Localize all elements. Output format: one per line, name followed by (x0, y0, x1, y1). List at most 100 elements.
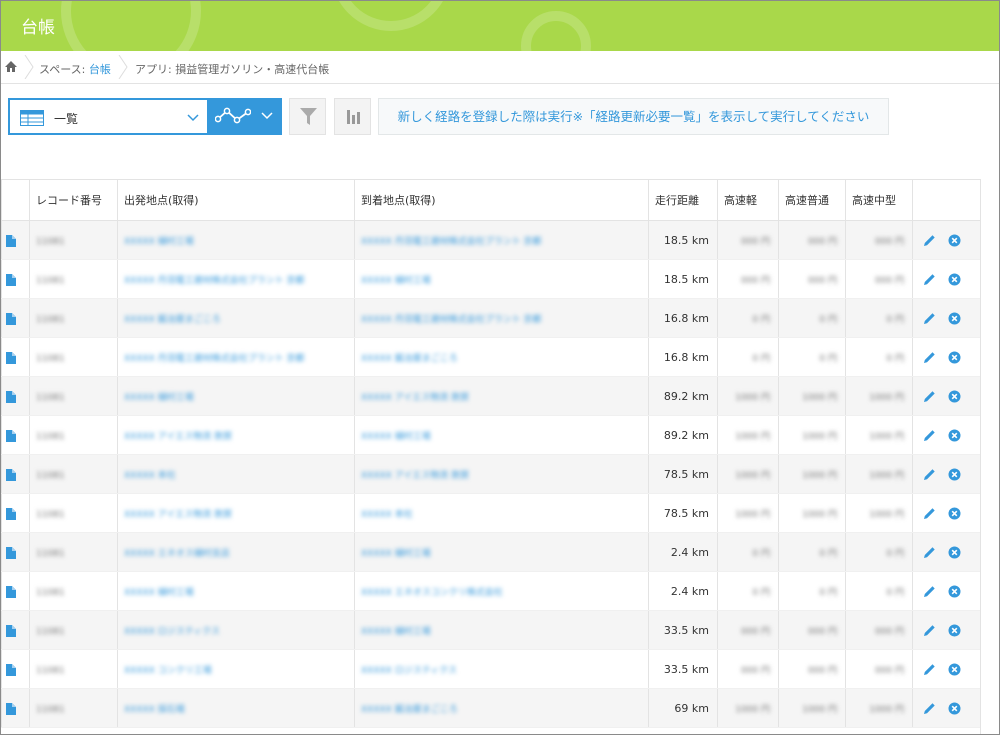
document-icon[interactable] (6, 234, 16, 247)
row-actions-cell (912, 532, 982, 572)
highway-medium-value: 1000 円 (869, 431, 904, 442)
record-number-cell: 11081 (29, 259, 118, 299)
edit-pencil-icon[interactable] (923, 663, 936, 676)
from-link[interactable]: XXXXX コンクリ工場 (124, 663, 212, 676)
to-link[interactable]: XXXXX 丹羽電工建材株式会社プラント 京都 (361, 312, 542, 325)
update-route-button[interactable]: 新しく経路を登録した際は実行※「経路更新必要一覧」を表示して実行してください (378, 98, 889, 135)
column-header-from[interactable]: 出発地点(取得) (117, 179, 355, 221)
delete-icon[interactable] (948, 351, 961, 364)
delete-icon[interactable] (948, 546, 961, 559)
document-icon[interactable] (6, 312, 16, 325)
graph-button[interactable] (334, 98, 371, 135)
document-icon[interactable] (6, 546, 16, 559)
highway-medium-value: 000 円 (874, 665, 904, 676)
from-link[interactable]: XXXXX 丹羽電工建材株式会社プラント 京都 (124, 351, 305, 364)
document-icon[interactable] (6, 351, 16, 364)
filter-button[interactable] (289, 98, 326, 135)
to-cell: XXXXX 樋村工場 (354, 532, 649, 572)
from-link[interactable]: XXXXX 採石場 (124, 702, 185, 715)
to-cell: XXXXX 鍛冶屋まごころ (354, 337, 649, 377)
edit-pencil-icon[interactable] (923, 312, 936, 325)
document-icon[interactable] (6, 663, 16, 676)
from-link[interactable]: XXXXX 樋村工場 (124, 585, 194, 598)
edit-pencil-icon[interactable] (923, 702, 936, 715)
to-link[interactable]: XXXXX 樋村工場 (361, 624, 431, 637)
document-icon[interactable] (6, 468, 16, 481)
document-icon[interactable] (6, 624, 16, 637)
edit-pencil-icon[interactable] (923, 351, 936, 364)
from-link[interactable]: XXXXX ロジスティクス (124, 624, 220, 637)
from-link[interactable]: XXXXX 樋村工場 (124, 390, 194, 403)
to-cell: XXXXX 樋村工場 (354, 610, 649, 650)
document-icon[interactable] (6, 273, 16, 286)
highway-light-cell: 000 円 (717, 259, 779, 299)
edit-pencil-icon[interactable] (923, 273, 936, 286)
to-link[interactable]: XXXXX アイエス物流 敦賀 (361, 390, 469, 403)
from-link[interactable]: XXXXX 鍛冶屋まごころ (124, 312, 221, 325)
edit-pencil-icon[interactable] (923, 507, 936, 520)
record-number-cell: 11081 (29, 454, 118, 494)
delete-icon[interactable] (948, 624, 961, 637)
delete-icon[interactable] (948, 429, 961, 442)
document-icon[interactable] (6, 507, 16, 520)
from-link[interactable]: XXXXX アイエス物流 敦賀 (124, 429, 232, 442)
to-link[interactable]: XXXXX ロジスティクス (361, 663, 457, 676)
edit-pencil-icon[interactable] (923, 234, 936, 247)
column-header-highway-normal[interactable]: 高速普通 (778, 179, 846, 221)
highway-normal-value: 0 円 (819, 548, 837, 559)
delete-icon[interactable] (948, 663, 961, 676)
edit-pencil-icon[interactable] (923, 585, 936, 598)
document-icon[interactable] (6, 702, 16, 715)
delete-icon[interactable] (948, 468, 961, 481)
column-header-distance[interactable]: 走行距離 (648, 179, 718, 221)
graph-select-button[interactable] (209, 98, 282, 135)
edit-pencil-icon[interactable] (923, 468, 936, 481)
column-header-record-number[interactable]: レコード番号 (29, 179, 118, 221)
to-link[interactable]: XXXXX 樋村工場 (361, 546, 431, 559)
to-link[interactable]: XXXXX エネオスコンクリ株式会社 (361, 585, 503, 598)
highway-light-value: 1000 円 (735, 392, 770, 403)
from-link[interactable]: XXXXX 樋村工場 (124, 234, 194, 247)
home-icon[interactable] (4, 60, 18, 73)
highway-light-cell: 0 円 (717, 337, 779, 377)
column-header-highway-light[interactable]: 高速軽 (717, 179, 779, 221)
delete-icon[interactable] (948, 585, 961, 598)
row-actions-cell (912, 688, 982, 728)
view-select[interactable]: 一覧 (8, 98, 209, 135)
edit-pencil-icon[interactable] (923, 429, 936, 442)
from-link[interactable]: XXXXX エネオス樋村支店 (124, 546, 230, 559)
to-link[interactable]: XXXXX 樋村工場 (361, 429, 431, 442)
edit-pencil-icon[interactable] (923, 624, 936, 637)
from-link[interactable]: XXXXX 丹羽電工建材株式会社プラント 京都 (124, 273, 305, 286)
row-actions-cell (912, 649, 982, 689)
column-header-highway-medium[interactable]: 高速中型 (845, 179, 913, 221)
highway-normal-cell: 1000 円 (778, 688, 846, 728)
to-link[interactable]: XXXXX 丹羽電工建材株式会社プラント 京都 (361, 234, 542, 247)
breadcrumb-space-link[interactable]: 台帳 (89, 63, 111, 76)
document-icon[interactable] (6, 390, 16, 403)
row-actions-cell (912, 259, 982, 299)
from-link[interactable]: XXXXX アイエス物流 敦賀 (124, 507, 232, 520)
edit-pencil-icon[interactable] (923, 390, 936, 403)
highway-light-value: 000 円 (740, 275, 770, 286)
delete-icon[interactable] (948, 273, 961, 286)
to-link[interactable]: XXXXX アイエス物流 敦賀 (361, 468, 469, 481)
document-icon[interactable] (6, 585, 16, 598)
column-header-to[interactable]: 到着地点(取得) (354, 179, 649, 221)
document-icon[interactable] (6, 429, 16, 442)
to-link[interactable]: XXXXX 樋村工場 (361, 273, 431, 286)
from-link[interactable]: XXXXX 本社 (124, 468, 176, 481)
edit-pencil-icon[interactable] (923, 546, 936, 559)
to-link[interactable]: XXXXX 本社 (361, 507, 413, 520)
delete-icon[interactable] (948, 312, 961, 325)
to-link[interactable]: XXXXX 鍛冶屋まごころ (361, 351, 458, 364)
highway-medium-value: 000 円 (874, 275, 904, 286)
record-number: 11081 (36, 236, 65, 247)
to-link[interactable]: XXXXX 鍛冶屋まごころ (361, 702, 458, 715)
record-detail-cell (1, 259, 30, 299)
delete-icon[interactable] (948, 702, 961, 715)
delete-icon[interactable] (948, 507, 961, 520)
breadcrumb-separator-icon (118, 55, 128, 79)
delete-icon[interactable] (948, 390, 961, 403)
delete-icon[interactable] (948, 234, 961, 247)
